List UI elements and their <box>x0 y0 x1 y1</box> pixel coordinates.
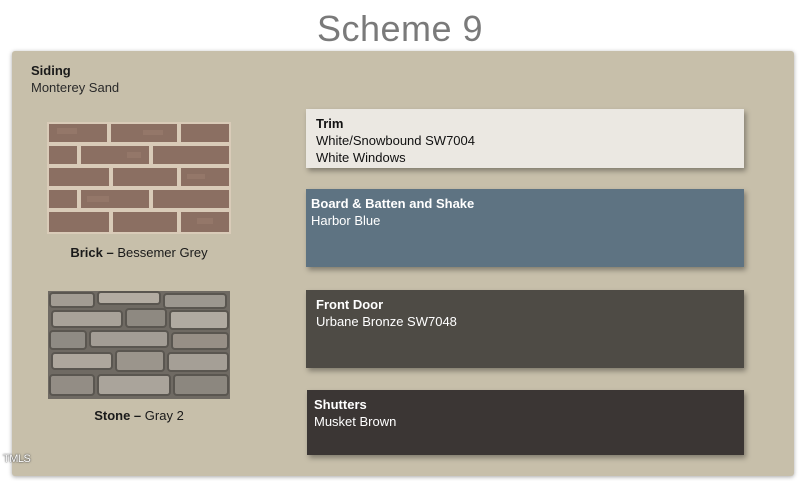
stone-value: Gray 2 <box>141 408 184 423</box>
front-door-label: Front Door <box>316 297 384 312</box>
siding-label: Siding <box>31 63 71 78</box>
brick-label: Brick – <box>70 245 114 260</box>
board-batten-color-card: Board & Batten and Shake Harbor Blue <box>306 189 744 267</box>
stone-caption: Stone – Gray 2 <box>34 408 244 423</box>
shutters-color-name: Musket Brown <box>314 414 397 429</box>
trim-windows: White Windows <box>316 150 406 165</box>
trim-color-name: White/Snowbound SW7004 <box>316 133 475 148</box>
trim-label: Trim <box>316 116 344 131</box>
trim-color-card: Trim White/Snowbound SW7004 White Window… <box>306 109 744 168</box>
brick-swatch-image <box>47 122 231 234</box>
front-door-color-name: Urbane Bronze SW7048 <box>316 314 457 329</box>
brick-caption: Brick – Bessemer Grey <box>34 245 244 260</box>
stone-label: Stone – <box>94 408 142 423</box>
front-door-color-card: Front Door Urbane Bronze SW7048 <box>306 290 744 368</box>
stone-swatch-image <box>48 291 230 399</box>
siding-value: Monterey Sand <box>31 80 120 95</box>
board-batten-color-name: Harbor Blue <box>311 213 381 228</box>
scheme-title: Scheme 9 <box>316 8 484 49</box>
shutters-color-card: Shutters Musket Brown <box>307 390 744 455</box>
watermark-logo: TMLS <box>3 453 31 465</box>
board-batten-label: Board & Batten and Shake <box>311 196 475 211</box>
brick-value: Bessemer Grey <box>113 245 208 260</box>
shutters-label: Shutters <box>314 397 367 412</box>
